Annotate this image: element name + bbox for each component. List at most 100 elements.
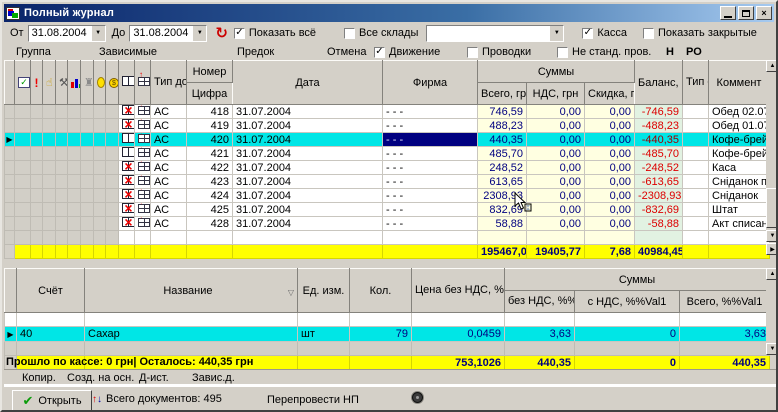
cash-status-text: Прошло по кассе: 0 грн| Осталось: 440,35… <box>6 356 253 368</box>
nonstandard-checkbox[interactable]: Не станд. пров. <box>557 46 651 58</box>
date-to-dropdown-icon[interactable]: ▼ <box>193 26 206 41</box>
col-sums-group: Суммы <box>478 61 635 83</box>
all-warehouses-checkbox[interactable]: Все склады <box>344 27 418 39</box>
row-selector-header <box>5 269 17 313</box>
movement-checkbox[interactable]: ✓ Движение <box>374 46 440 58</box>
chart-icon[interactable] <box>68 61 81 105</box>
table-row[interactable]: АС 425 31.07.2004 - - - 832,69 0,00 0,00… <box>5 203 770 217</box>
date-from-input[interactable]: 31.08.2004 ▼ <box>28 25 106 42</box>
show-all-checkbox[interactable]: ✓ Показать всё <box>234 27 316 39</box>
postings-checkbox[interactable]: Проводки <box>467 46 531 58</box>
table-row[interactable]: АС 422 31.07.2004 - - - 248,52 0,00 0,00… <box>5 161 770 175</box>
col-number[interactable]: Номер <box>187 61 233 83</box>
book-icon <box>119 133 135 147</box>
tab-dependent-docs[interactable]: Завис.д. <box>192 372 235 384</box>
documents-scrollbar[interactable]: ▲ ▼ <box>766 60 778 242</box>
total-sum: 195467,03 <box>478 245 527 259</box>
group-button[interactable]: Группа <box>16 46 51 58</box>
scroll-up-icon[interactable]: ▲ <box>766 268 778 280</box>
date-from-dropdown-icon[interactable]: ▼ <box>92 26 105 41</box>
col-unit[interactable]: Ед. изм. <box>298 269 350 313</box>
col-digit[interactable]: Цифра <box>187 83 233 105</box>
grid-check-icon[interactable]: ✓ <box>15 61 31 105</box>
row-selector-arrow: ▶ <box>5 133 15 147</box>
table-row[interactable]: АС 419 31.07.2004 - - - 488,23 0,00 0,00… <box>5 119 770 133</box>
to-label: До <box>112 27 126 39</box>
scroll-down-icon[interactable]: ▼ <box>766 230 778 242</box>
tab-create-based[interactable]: Созд. на осн. <box>67 372 134 384</box>
moneybag-icon[interactable]: $ <box>106 61 119 105</box>
refresh-icon[interactable]: ↻ <box>215 26 228 41</box>
bug-icon[interactable] <box>412 392 423 403</box>
hscroll-right-icon[interactable]: ▶ <box>766 243 778 255</box>
filter-toolbar: От 31.08.2004 ▼ До 31.08.2004 ▼ ↻ ✓ Пока… <box>4 22 778 44</box>
col-comment[interactable]: Коммент <box>709 61 770 105</box>
table-row[interactable]: АС 418 31.07.2004 - - - 746,59 0,00 0,00… <box>5 105 770 119</box>
scroll-down-icon[interactable]: ▼ <box>766 343 778 355</box>
documents-count: ↑↓ Всего документов: 495 <box>92 393 222 405</box>
card-index-icon[interactable] <box>135 61 151 105</box>
window-title: Полный журнал <box>24 7 114 19</box>
col-price[interactable]: Цена без НДС, %%Val1 <box>412 269 505 313</box>
reconduct-label[interactable]: Перепровести НП <box>267 394 359 406</box>
maximize-button[interactable] <box>738 6 754 20</box>
checkbox-check-icon: ✓ <box>374 47 385 58</box>
checkbox-check-icon: ✓ <box>234 28 245 39</box>
col-date[interactable]: Дата <box>233 61 383 105</box>
card-index-icon <box>135 105 151 119</box>
col-total[interactable]: Всего, %%Val1 <box>680 291 770 313</box>
table-row[interactable]: АС 428 31.07.2004 - - - 58,88 0,00 0,00 … <box>5 217 770 231</box>
col-balance[interactable]: Баланс, грн <box>635 61 683 105</box>
focused-cell: - - - <box>383 133 478 147</box>
scroll-thumb[interactable] <box>766 188 778 228</box>
col-with-vat[interactable]: с НДС, %%Val1 <box>575 291 680 313</box>
warehouse-dropdown-icon[interactable]: ▼ <box>550 26 563 41</box>
book-icon[interactable] <box>119 61 135 105</box>
close-button[interactable]: × <box>756 6 772 20</box>
open-button[interactable]: ✔ Открыть <box>12 390 92 411</box>
col-qty[interactable]: Кол. <box>350 269 412 313</box>
h-button[interactable]: Н <box>666 46 674 58</box>
exclamation-icon[interactable]: ! <box>31 61 43 105</box>
date-to-input[interactable]: 31.08.2004 ▼ <box>129 25 207 42</box>
status-bar: Прошло по кассе: 0 грн| Осталось: 440,35… <box>4 355 778 370</box>
stamp-icon[interactable]: ♜ <box>81 61 94 105</box>
col-sums-group: Суммы <box>505 269 770 291</box>
cancel-button[interactable]: Отмена <box>327 46 366 58</box>
selected-table-row[interactable]: ▶ АС 420 31.07.2004 - - - 440,35 0,00 0,… <box>5 133 770 147</box>
col-account[interactable]: Счёт <box>17 269 85 313</box>
po-button[interactable]: РО <box>686 46 702 58</box>
col-doc-type[interactable]: Тип док. <box>151 61 187 105</box>
col-discount[interactable]: Скидка, грн <box>585 83 635 105</box>
col-name[interactable]: Название ▽ <box>85 269 298 313</box>
row-selector-arrow: ▶ <box>5 327 17 342</box>
parent-button[interactable]: Предок <box>237 46 274 58</box>
col-vat[interactable]: НДС, грн <box>527 83 585 105</box>
minimize-button[interactable] <box>720 6 736 20</box>
show-closed-checkbox[interactable]: Показать закрытые <box>643 27 757 39</box>
footer-bar: ✔ Открыть ↑↓ Всего документов: 495 Переп… <box>4 386 778 412</box>
col-total[interactable]: Всего, грн <box>478 83 527 105</box>
hammer-icon[interactable]: ⚒ <box>56 61 68 105</box>
tab-history[interactable]: Д-ист. <box>139 372 169 384</box>
warehouse-combobox[interactable]: ▼ <box>426 25 564 42</box>
tabs-row: Копир. Созд. на осн. Д-ист. Завис.д. <box>4 370 778 386</box>
table-row[interactable]: АС 423 31.07.2004 - - - 613,65 0,00 0,00… <box>5 175 770 189</box>
sort-icon: ▽ <box>288 288 294 297</box>
book-crossed-icon <box>119 105 135 119</box>
detail-scrollbar[interactable]: ▲ ▼ <box>766 268 778 355</box>
thumb-up-icon[interactable]: ☝ <box>43 61 56 105</box>
table-row[interactable]: АС 421 31.07.2004 - - - 485,70 0,00 0,00… <box>5 147 770 161</box>
arrows-icon: ↑↓ <box>92 393 102 405</box>
egg-icon[interactable] <box>94 61 106 105</box>
table-row[interactable]: АС 424 31.07.2004 - - - 2308,93 0,00 0,0… <box>5 189 770 203</box>
kassa-checkbox[interactable]: ✓ Касса <box>582 27 627 39</box>
selected-detail-row[interactable]: ▶ 40 Сахар шт 79 0,0459 3,63 0 3,63 <box>5 327 770 342</box>
empty-row <box>5 313 770 327</box>
col-pay-type[interactable]: Тип опл. <box>683 61 709 105</box>
col-no-vat[interactable]: без НДС, %%Val1 <box>505 291 575 313</box>
tab-copy[interactable]: Копир. <box>22 372 56 384</box>
dependents-button[interactable]: Зависимые <box>99 46 157 58</box>
scroll-up-icon[interactable]: ▲ <box>766 60 778 72</box>
col-firm[interactable]: Фирма <box>383 61 478 105</box>
